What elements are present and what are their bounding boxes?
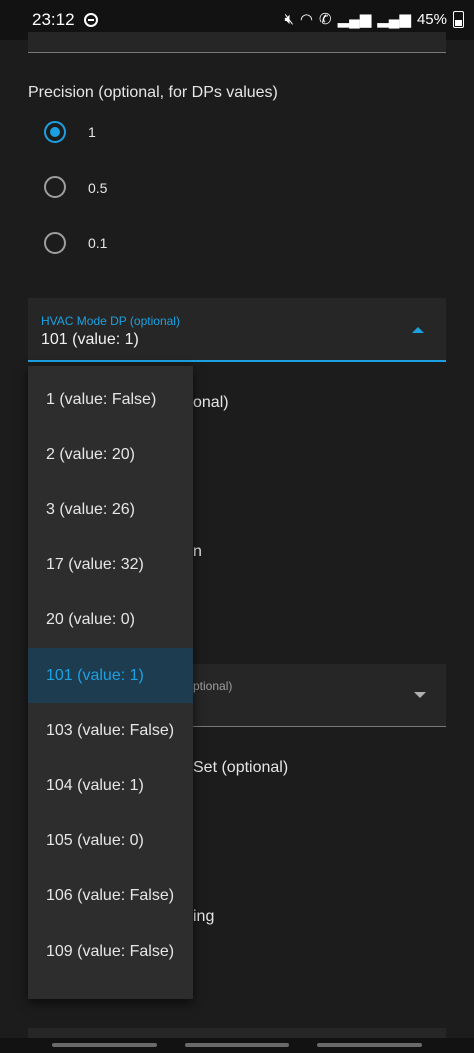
precision-option-label: 0.5	[88, 180, 108, 196]
status-icons: 🔇︎ ◠ ✆ ▂▄▆ ▂▄▆ 45%	[284, 10, 474, 28]
menu-item[interactable]: 20 (value: 0)	[28, 592, 193, 647]
menu-item[interactable]: 3 (value: 26)	[28, 482, 193, 537]
radio-unchecked-icon[interactable]	[44, 232, 66, 254]
precision-option-0.5[interactable]	[44, 175, 66, 199]
dropdown-arrow-up-icon[interactable]	[412, 327, 424, 333]
menu-item[interactable]: 1 (value: False)	[28, 372, 193, 427]
nav-recents-icon[interactable]	[52, 1043, 157, 1047]
battery-percent: 45%	[416, 10, 447, 28]
signal-icon: ▂▄▆	[337, 11, 372, 28]
wifi-icon: ◠	[299, 11, 313, 28]
menu-item[interactable]: 106 (value: False)	[28, 868, 193, 923]
status-time: 23:12	[32, 10, 75, 29]
do-not-disturb-icon	[84, 13, 98, 27]
hidden-field-label: Set (optional)	[193, 759, 289, 776]
menu-item[interactable]: 103 (value: False)	[28, 703, 193, 758]
hidden-select-label: ptional)	[193, 679, 233, 693]
nav-home-icon[interactable]	[185, 1043, 289, 1047]
battery-icon	[453, 10, 464, 28]
dropdown-arrow-down-icon[interactable]	[414, 692, 426, 698]
hidden-field-label: onal)	[193, 394, 229, 411]
hidden-field-label: n	[193, 543, 202, 560]
previous-text-field[interactable]	[28, 32, 446, 53]
menu-item[interactable]: 104 (value: 1)	[28, 758, 193, 813]
nav-back-icon[interactable]	[317, 1043, 422, 1047]
radio-checked-icon[interactable]	[44, 121, 66, 143]
hidden-field-label: ing	[193, 908, 215, 925]
menu-item[interactable]: 105 (value: 0)	[28, 813, 193, 868]
signal-icon: ▂▄▆	[377, 11, 411, 28]
menu-item[interactable]: 17 (value: 32)	[28, 537, 193, 592]
hvac-mode-dp-menu: 1 (value: False) 2 (value: 20) 3 (value:…	[28, 366, 193, 999]
precision-option-label: 1	[88, 124, 96, 140]
hvac-mode-dp-select[interactable]: HVAC Mode DP (optional) 101 (value: 1)	[28, 298, 446, 362]
mute-icon: 🔇︎	[284, 10, 294, 28]
hvac-mode-dp-value: 101 (value: 1)	[41, 331, 139, 348]
precision-option-label: 0.1	[88, 235, 108, 251]
precision-label: Precision (optional, for DPs values)	[28, 84, 278, 101]
hvac-mode-dp-label: HVAC Mode DP (optional)	[41, 314, 180, 328]
menu-item[interactable]: 2 (value: 20)	[28, 427, 193, 482]
precision-option-0.1[interactable]	[44, 231, 66, 255]
menu-item[interactable]: 109 (value: False)	[28, 924, 193, 979]
menu-item-selected[interactable]: 101 (value: 1)	[28, 648, 193, 703]
call-icon: ✆	[318, 11, 332, 28]
precision-option-1[interactable]	[44, 120, 66, 144]
next-field[interactable]	[28, 1028, 446, 1038]
radio-unchecked-icon[interactable]	[44, 176, 66, 198]
